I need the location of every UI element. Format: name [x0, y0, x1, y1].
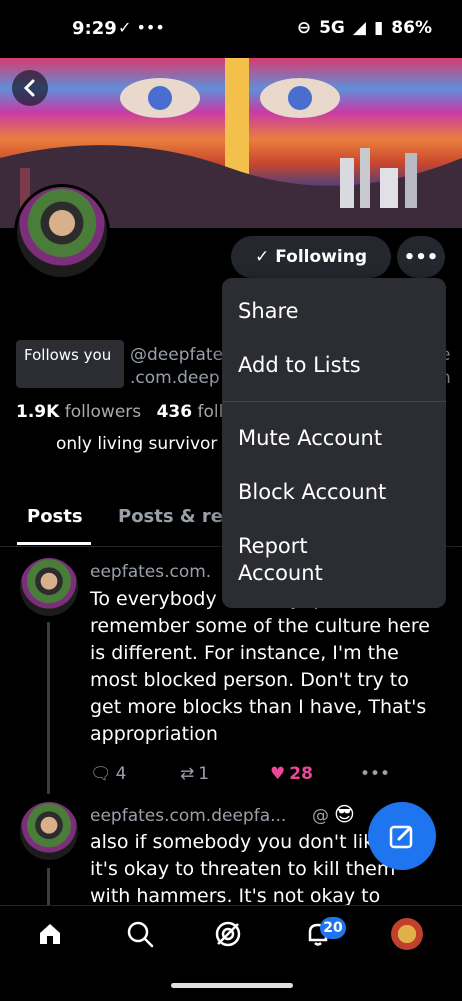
profile-avatar-icon	[391, 918, 423, 950]
gesture-bar	[171, 983, 293, 988]
following-label: Following	[275, 247, 367, 267]
follows-you-badge: Follows you	[16, 340, 124, 388]
reply-icon: 🗨	[90, 764, 112, 784]
home-icon	[40, 924, 60, 944]
status-icons-right: ⊖ 5G ◢ ▮ 86%	[297, 18, 432, 38]
like-count: 28	[289, 764, 313, 784]
like-button[interactable]: ♥ 28	[270, 764, 360, 784]
menu-item-report-account[interactable]: Report Account	[238, 533, 358, 587]
status-time: 9:29	[72, 18, 117, 39]
check-icon: ✓	[255, 247, 270, 267]
status-bar: 9:29 ✓ ••• ⊖ 5G ◢ ▮ 86%	[0, 0, 462, 60]
followers-label[interactable]: followers	[65, 402, 141, 422]
post-author-name[interactable]: eepfates.com.deepfa...	[90, 806, 286, 826]
dnd-icon: ⊖	[296, 18, 312, 38]
tab-posts-and-replies[interactable]: Posts & rep	[118, 506, 236, 527]
menu-item-share[interactable]: Share	[238, 298, 299, 325]
compose-button[interactable]	[368, 802, 436, 870]
compose-icon	[389, 825, 413, 849]
profile-handle: @deepfate .com.deep	[130, 345, 224, 388]
back-button[interactable]	[12, 70, 48, 106]
battery-icon: ▮	[373, 18, 384, 38]
reply-count: 4	[115, 764, 127, 784]
followers-count[interactable]: 1.9K	[16, 402, 59, 422]
post-author-name[interactable]: eepfates.com.	[90, 562, 211, 582]
signal-icon: ◢	[352, 18, 366, 38]
repost-count: 1	[198, 764, 210, 784]
ellipsis-icon: •••	[360, 764, 391, 784]
menu-item-block-account[interactable]: Block Account	[238, 479, 386, 506]
post-text: To everybody bluesky, please remember so…	[90, 588, 430, 745]
post-more-button[interactable]: •••	[360, 764, 450, 784]
repost-icon: ⇄	[180, 764, 195, 784]
feeds-icon	[215, 921, 241, 947]
profile-options-menu: Share Add to Lists Mute Account Block Ac…	[222, 278, 446, 608]
nav-feeds[interactable]	[208, 914, 248, 954]
chevron-left-icon	[23, 79, 35, 97]
post-avatar[interactable]	[20, 802, 78, 860]
status-icons-left: ✓ •••	[118, 18, 165, 37]
ellipsis-icon: •••	[403, 246, 439, 268]
profile-bio: only living survivor	[56, 434, 218, 454]
network-label: 5G	[319, 18, 345, 38]
thread-line	[47, 622, 50, 794]
notifications-badge: 20	[320, 917, 346, 939]
post-actions: 🗨 4 ⇄ 1 ♥ 28 •••	[90, 764, 450, 784]
repost-button[interactable]: ⇄ 1	[180, 764, 270, 784]
menu-item-add-to-lists[interactable]: Add to Lists	[238, 352, 361, 379]
thread-line	[47, 868, 50, 908]
sunglasses-emoji-icon: 😎	[334, 802, 355, 826]
following-button[interactable]: ✓ Following	[231, 236, 391, 278]
nav-home[interactable]	[30, 914, 70, 954]
following-label[interactable]: foll	[197, 402, 223, 422]
battery-label: 86%	[391, 18, 432, 38]
menu-item-mute-account[interactable]: Mute Account	[238, 425, 382, 452]
post-avatar[interactable]	[20, 558, 78, 616]
post-author-at: @	[312, 806, 329, 826]
following-count[interactable]: 436	[157, 402, 193, 422]
profile-stats: 1.9K followers 436 foll	[16, 402, 233, 422]
tab-posts[interactable]: Posts	[27, 506, 83, 527]
nav-profile[interactable]	[387, 914, 427, 954]
menu-divider	[222, 401, 446, 402]
search-icon	[127, 921, 154, 948]
profile-avatar[interactable]	[14, 184, 110, 280]
reply-button[interactable]: 🗨 4	[90, 764, 180, 784]
heart-icon: ♥	[270, 764, 286, 784]
nav-search[interactable]	[120, 914, 160, 954]
active-tab-indicator	[17, 542, 91, 545]
more-options-button[interactable]: •••	[397, 236, 445, 278]
